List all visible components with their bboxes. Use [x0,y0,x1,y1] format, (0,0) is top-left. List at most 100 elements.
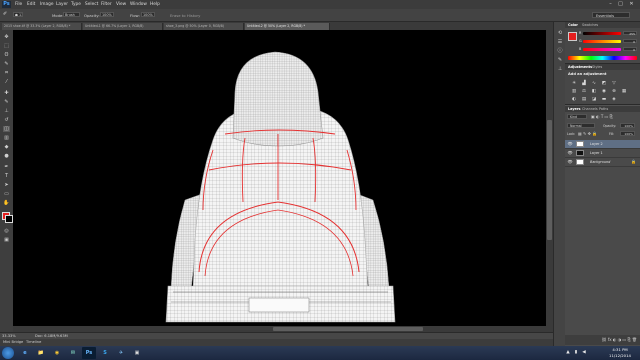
invert-icon[interactable]: ◐ [571,97,577,102]
clock-time[interactable]: 4:31 PM [608,347,632,352]
history-icon[interactable]: ⟲ [556,30,564,36]
clone-source-icon[interactable]: ⊥ [556,66,564,72]
brush-preset-picker[interactable]: ● 13 [13,12,23,17]
tray-up-arrow-icon[interactable]: ▲ [565,350,571,356]
layers-panel-footer-icons[interactable]: ⛓ fx ◐ ◑ ▭ ⎘ 🗑 [565,335,640,345]
eyedropper-tool-icon[interactable]: ⁄ [3,79,10,85]
window-icon[interactable]: ▣ [130,347,144,359]
type-tool-icon[interactable]: T [3,173,10,179]
r-slider[interactable] [583,32,621,35]
menu-edit[interactable]: Edit [27,2,35,7]
opacity-field[interactable]: 100% [100,12,114,17]
tab-channels[interactable]: Channels [582,107,598,111]
r-value[interactable]: 255 [623,31,637,36]
erase-to-history-checkbox[interactable]: Erase to History [170,13,200,18]
menu-view[interactable]: View [116,2,126,7]
color-balance-icon[interactable]: ⚖ [581,89,587,94]
layer-name[interactable]: Layer 1 [590,151,603,155]
visibility-eye-icon[interactable]: 👁 [567,150,573,156]
document-size[interactable]: Doc: 6.18M/9.63M [35,334,68,338]
mode-dropdown[interactable]: Brush [63,12,80,17]
tab-document-3[interactable]: shoe_3.png @ 50% (Layer 0, RGB/8) [164,23,244,30]
screen-mode-icon[interactable]: ▣ [3,237,10,243]
layer-name[interactable]: Layer 2 [590,142,603,146]
tab-adjustments[interactable]: Adjustments [568,65,592,69]
app-icon[interactable]: ✈ [114,347,128,359]
move-tool-icon[interactable]: ✥ [3,34,10,40]
curves-icon[interactable]: ∿ [591,81,597,86]
g-value[interactable]: 0 [623,39,637,44]
tab-paths[interactable]: Paths [599,107,608,111]
blend-mode-dropdown[interactable]: Normal [567,123,595,128]
eraser-tool-icon[interactable]: ✐ [3,11,7,17]
shape-tool-icon[interactable]: ▭ [3,191,10,197]
document-canvas[interactable] [13,30,546,326]
clone-stamp-tool-icon[interactable]: ⊥ [3,108,10,114]
black-white-icon[interactable]: ◧ [591,89,597,94]
tab-layers[interactable]: Layers [568,107,581,111]
color-lookup-icon[interactable]: ▦ [621,89,627,94]
b-value[interactable]: 0 [623,47,637,52]
clock-date[interactable]: 11/12/2014 [608,353,632,358]
visibility-eye-icon[interactable]: 👁 [567,141,573,147]
dodge-tool-icon[interactable]: ● [3,153,10,159]
tab-swatches[interactable]: Swatches [582,23,598,27]
posterize-icon[interactable]: ▤ [581,97,587,102]
internet-explorer-icon[interactable]: e [18,347,32,359]
color-ramp[interactable] [568,56,637,60]
hue-saturation-icon[interactable]: ▥ [571,89,577,94]
layer-filter-kind[interactable]: Kind [567,114,587,119]
menu-file[interactable]: File [15,2,22,7]
chrome-icon[interactable]: ◉ [50,347,64,359]
menu-image[interactable]: Image [40,2,53,7]
network-icon[interactable]: ▮ [573,350,579,356]
marquee-tool-icon[interactable]: ⬚ [3,43,10,49]
zoom-level[interactable]: 33.33% [2,334,16,338]
file-explorer-icon[interactable]: 📁 [34,347,48,359]
volume-icon[interactable]: ◀ [581,350,587,356]
layer-opacity-field[interactable]: 100% [620,123,635,128]
tab-mini-bridge[interactable]: Mini Bridge [3,340,23,344]
vertical-scrollbar[interactable] [546,30,553,326]
photo-filter-icon[interactable]: ◉ [601,89,607,94]
brush-tool-icon[interactable]: ✎ [3,99,10,105]
vertical-scroll-thumb[interactable] [547,120,552,240]
menu-help[interactable]: Help [150,2,160,7]
properties-icon[interactable]: ☰ [556,39,564,45]
gradient-tool-icon[interactable]: ▥ [3,135,10,141]
tab-document-2[interactable]: Untitled-1 @ 66.7% (Layer 1, RGB/8) [83,23,163,30]
maximize-button[interactable]: □ [616,1,625,7]
tab-document-4[interactable]: Untitled-2 @ 50% (Layer 2, RGB/8) * [245,23,330,30]
threshold-icon[interactable]: ◪ [591,97,597,102]
menu-type[interactable]: Type [71,2,81,7]
hand-tool-icon[interactable]: ✋ [3,200,10,206]
tab-timeline[interactable]: Timeline [26,340,41,344]
path-selection-tool-icon[interactable]: ➤ [3,182,10,188]
tab-styles[interactable]: Styles [592,65,602,69]
selective-color-icon[interactable]: ◈ [611,97,617,102]
exposure-icon[interactable]: ◩ [601,81,607,86]
eraser-tool-icon[interactable]: ◫ [3,126,10,132]
blur-tool-icon[interactable]: ◆ [3,144,10,150]
skype-icon[interactable]: S [98,347,112,359]
layer-row-layer-2[interactable]: 👁 Layer 2 [565,140,640,149]
start-button[interactable] [2,347,14,359]
menu-layer[interactable]: Layer [56,2,68,7]
quick-mask-icon[interactable]: ◎ [3,228,10,234]
layer-row-layer-1[interactable]: 👁 Layer 1 [565,149,640,158]
menu-window[interactable]: Window [130,2,147,7]
vibrance-icon[interactable]: ▽ [611,81,617,86]
gradient-map-icon[interactable]: ▬ [601,97,607,102]
layer-name[interactable]: Background [590,160,610,164]
menu-filter[interactable]: Filter [101,2,112,7]
crop-tool-icon[interactable]: ⌗ [3,70,10,76]
mail-icon[interactable]: ✉ [66,347,80,359]
close-button[interactable]: ✕ [627,1,636,7]
visibility-eye-icon[interactable]: 👁 [567,159,573,165]
minimize-button[interactable]: – [606,1,615,7]
menu-select[interactable]: Select [85,2,98,7]
history-brush-tool-icon[interactable]: ↺ [3,117,10,123]
channel-mixer-icon[interactable]: ⊕ [611,89,617,94]
levels-icon[interactable]: ▟ [581,81,587,86]
healing-brush-tool-icon[interactable]: ✚ [3,90,10,96]
